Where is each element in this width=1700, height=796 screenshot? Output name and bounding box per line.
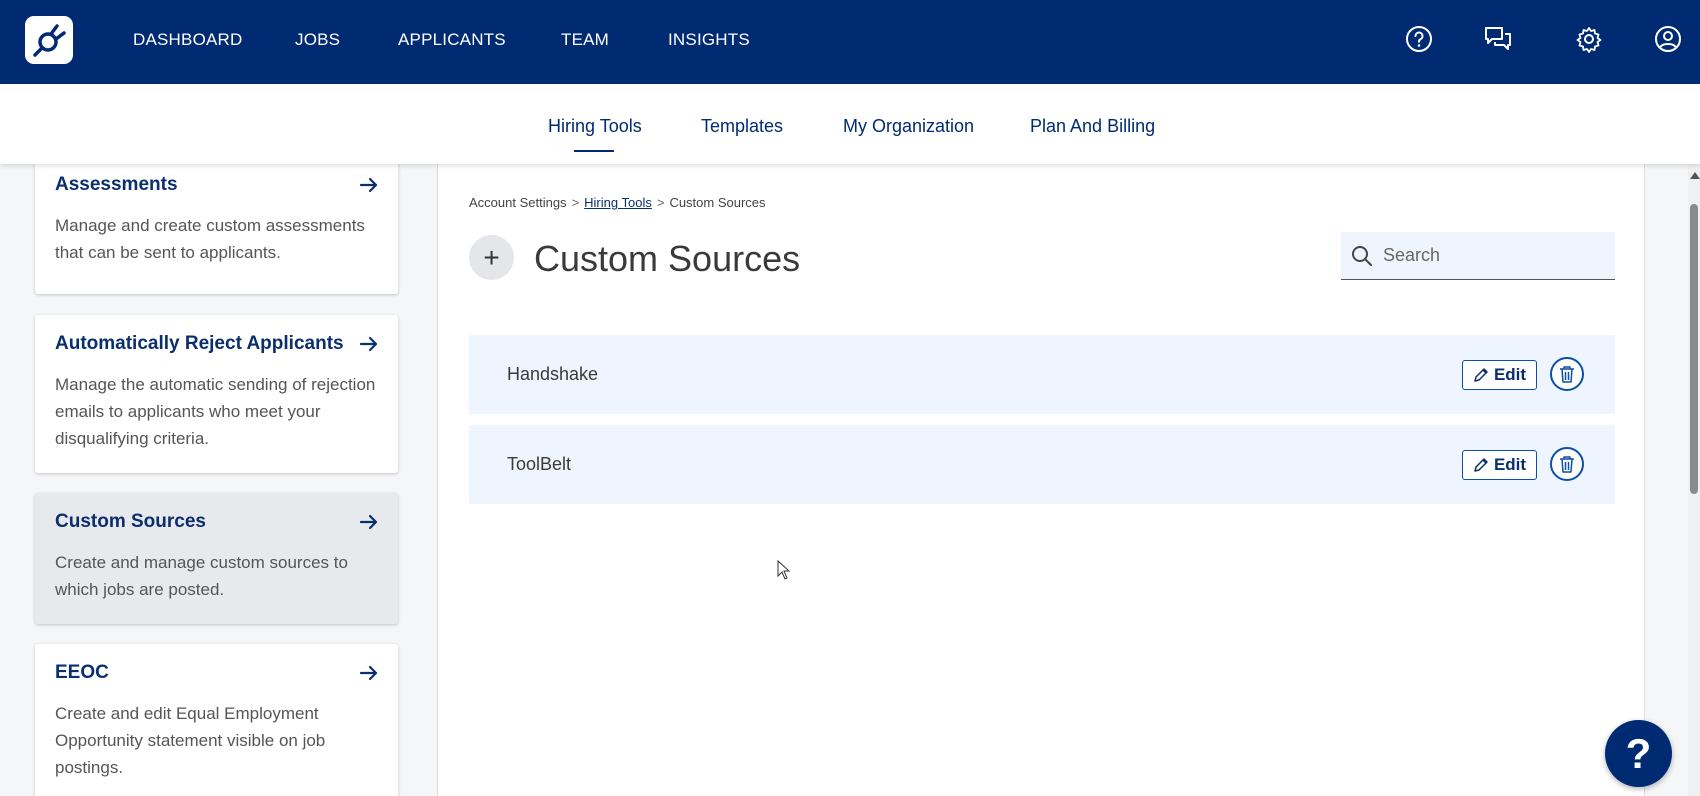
card-description: Create and manage custom sources to whic… [55, 553, 348, 599]
plug-logo-icon [33, 24, 66, 57]
mouse-cursor-icon [777, 560, 791, 580]
page-title: Custom Sources [534, 238, 801, 279]
arrow-right-icon [359, 336, 378, 352]
edit-button[interactable]: Edit [1462, 360, 1537, 390]
nav-dashboard[interactable]: DASHBOARD [133, 30, 243, 50]
source-row: ToolBelt Edit [469, 425, 1615, 504]
delete-button[interactable] [1550, 447, 1584, 481]
card-assessments[interactable]: Assessments Manage and create custom ass… [35, 164, 398, 294]
active-tab-indicator [574, 150, 614, 152]
card-title: Automatically Reject Applicants [55, 333, 344, 354]
edit-button[interactable]: Edit [1462, 450, 1537, 480]
trash-icon [1560, 456, 1574, 473]
gear-icon[interactable] [1574, 24, 1604, 54]
search-input[interactable] [1383, 245, 1603, 266]
breadcrumb-hiring-tools-link[interactable]: Hiring Tools [584, 195, 652, 210]
edit-label: Edit [1493, 365, 1527, 384]
scroll-up-arrow-icon[interactable] [1690, 172, 1700, 179]
app-logo[interactable] [25, 16, 73, 64]
tab-my-organization[interactable]: My Organization [843, 116, 974, 137]
tab-hiring-tools[interactable]: Hiring Tools [548, 116, 642, 137]
help-icon[interactable] [1404, 24, 1434, 54]
card-description: Manage and create custom assessments tha… [55, 216, 365, 262]
tab-plan-and-billing[interactable]: Plan And Billing [1030, 116, 1155, 137]
help-button[interactable]: ? [1605, 720, 1672, 787]
nav-insights[interactable]: INSIGHTS [668, 30, 750, 50]
pencil-icon [1474, 368, 1488, 382]
arrow-right-icon [359, 665, 378, 681]
card-eeoc[interactable]: EEOC Create and edit Equal Employment Op… [35, 644, 398, 796]
breadcrumb-separator: > [571, 195, 580, 210]
scrollbar-thumb[interactable] [1690, 204, 1698, 494]
chat-icon[interactable] [1483, 24, 1513, 54]
search-box[interactable] [1341, 232, 1615, 280]
breadcrumb-current: Custom Sources [669, 195, 766, 210]
breadcrumb-root: Account Settings [469, 195, 567, 210]
arrow-right-icon [359, 177, 378, 193]
source-name: Handshake [507, 364, 599, 384]
user-icon[interactable] [1653, 24, 1683, 54]
card-auto-reject[interactable]: Automatically Reject Applicants Manage t… [35, 315, 398, 473]
card-description: Manage the automatic sending of rejectio… [55, 375, 376, 448]
card-title: Custom Sources [55, 511, 206, 532]
breadcrumb: Account Settings > Hiring Tools > Custom Sou… [469, 195, 766, 210]
top-navbar: DASHBOARD JOBS APPLICANTS TEAM INSIGHTS [0, 0, 1700, 84]
hiring-tools-sidebar: Assessments Manage and create custom ass… [0, 164, 430, 796]
card-description: Create and edit Equal Employment Opportu… [55, 704, 326, 777]
breadcrumb-separator: > [656, 195, 665, 210]
trash-icon [1560, 366, 1574, 383]
settings-subnav: Hiring Tools Templates My Organization P… [0, 84, 1700, 164]
card-title: EEOC [55, 662, 109, 683]
card-title: Assessments [55, 174, 178, 195]
nav-applicants[interactable]: APPLICANTS [398, 30, 506, 50]
delete-button[interactable] [1550, 357, 1584, 391]
arrow-right-icon [359, 514, 378, 530]
tab-templates[interactable]: Templates [701, 116, 783, 137]
plus-icon: + [483, 241, 500, 273]
nav-jobs[interactable]: JOBS [295, 30, 340, 50]
nav-team[interactable]: TEAM [561, 30, 609, 50]
edit-label: Edit [1493, 455, 1527, 474]
search-icon [1352, 245, 1372, 266]
page-scrollbar[interactable] [1688, 164, 1700, 796]
source-name: ToolBelt [507, 454, 572, 474]
card-custom-sources[interactable]: Custom Sources Create and manage custom … [35, 493, 398, 624]
source-row: Handshake Edit [469, 335, 1615, 414]
main-panel: Account Settings > Hiring Tools > Custom Sou… [437, 164, 1645, 796]
add-source-button[interactable]: + [469, 235, 514, 280]
pencil-icon [1474, 458, 1488, 472]
